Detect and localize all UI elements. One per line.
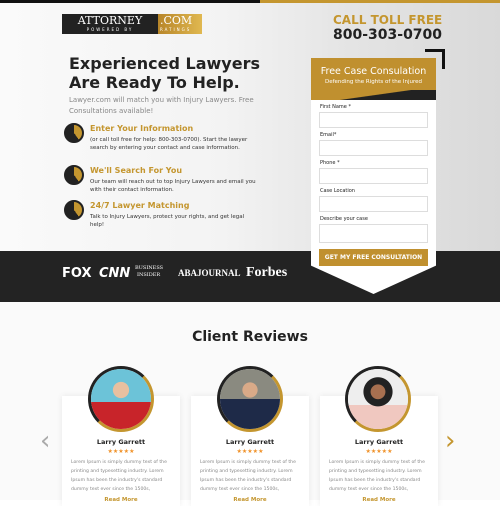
step-text: Our team will reach out to top Injury La… xyxy=(90,179,256,193)
logo-text: ATTORNEY xyxy=(77,14,143,27)
reviews-title: Client Reviews xyxy=(192,329,308,345)
form-title: Free Case Consulation xyxy=(320,66,427,77)
search-icon xyxy=(64,165,84,185)
first-name-label: First Name * xyxy=(320,104,351,110)
star-rating: ★★★★★ xyxy=(236,448,264,455)
read-more-link[interactable]: Read More xyxy=(62,497,180,503)
review-text: Lorem Ipsum is simply dummy text of the … xyxy=(71,460,167,492)
star-rating: ★★★★★ xyxy=(365,448,393,455)
step-title: Enter Your Information xyxy=(90,124,194,133)
submit-button[interactable]: GET MY FREE CONSULTATION xyxy=(319,249,428,266)
step-title: 24/7 Lawyer Matching xyxy=(90,201,190,210)
reviewer-name: Larry Garrett xyxy=(354,438,404,446)
step-title: We'll Search For You xyxy=(90,166,183,175)
clock-icon xyxy=(64,200,84,220)
phone-number[interactable]: 800-303-0700 xyxy=(333,27,442,43)
reviewer-avatar xyxy=(88,366,154,432)
logo-powered: POWERED BY xyxy=(86,27,134,32)
step-text: (or call toll free for help: 800-303-070… xyxy=(90,137,248,151)
step-text: Talk to Injury Lawyers, protect your rig… xyxy=(90,214,245,228)
form-subtitle: Defending the Rights of the Injured xyxy=(324,79,422,85)
reviewer-name: Larry Garrett xyxy=(96,438,146,446)
consultation-form: Free Case Consulation Defending the Righ… xyxy=(311,58,436,294)
form-icon xyxy=(64,123,84,143)
logo[interactable]: ATTORNEY POWERED BY .COM RATINGS xyxy=(62,14,202,34)
reviewer-avatar xyxy=(217,366,283,432)
call-label: CALL TOLL FREE xyxy=(333,13,443,27)
call-toll-free: CALL TOLL FREE 800-303-0700 xyxy=(333,13,442,43)
hero-subtitle: Lawyer.com will match you with Injury La… xyxy=(69,96,254,115)
read-more-link[interactable]: Read More xyxy=(320,497,438,503)
first-name-input[interactable] xyxy=(319,112,428,128)
reviewer-avatar xyxy=(345,366,411,432)
form-header: Free Case Consulation Defending the Righ… xyxy=(311,58,436,100)
phone-input[interactable] xyxy=(319,168,428,184)
review-text: Lorem Ipsum is simply dummy text of the … xyxy=(329,460,425,492)
email-label: Email* xyxy=(320,132,337,138)
chevron-right-icon[interactable]: › xyxy=(445,428,455,454)
case-location-label: Case Location xyxy=(320,188,355,194)
logo-ratings: RATINGS xyxy=(160,27,192,32)
aba-journal-logo: ABAJOURNAL xyxy=(178,268,241,278)
describe-case-label: Describe your case xyxy=(320,216,368,222)
fox-logo: FOX xyxy=(62,266,92,281)
case-location-input[interactable] xyxy=(319,196,428,212)
review-text: Lorem Ipsum is simply dummy text of the … xyxy=(200,460,296,492)
phone-label: Phone * xyxy=(320,160,340,166)
reviewer-name: Larry Garrett xyxy=(225,438,275,446)
email-input[interactable] xyxy=(319,140,428,156)
forbes-logo: Forbes xyxy=(246,265,288,280)
business-insider-logo: BUSINESS xyxy=(135,265,164,271)
cnn-logo: CNN xyxy=(99,266,131,281)
read-more-link[interactable]: Read More xyxy=(191,497,309,503)
chevron-left-icon[interactable]: ‹ xyxy=(40,428,50,454)
hero-title: Experienced Lawyers Are Ready To Help. xyxy=(69,54,260,92)
describe-case-input[interactable] xyxy=(319,224,428,243)
logo-dotcom: .COM xyxy=(160,14,193,27)
business-insider-logo-2: INSIDER xyxy=(137,272,161,278)
star-rating: ★★★★★ xyxy=(107,448,135,455)
